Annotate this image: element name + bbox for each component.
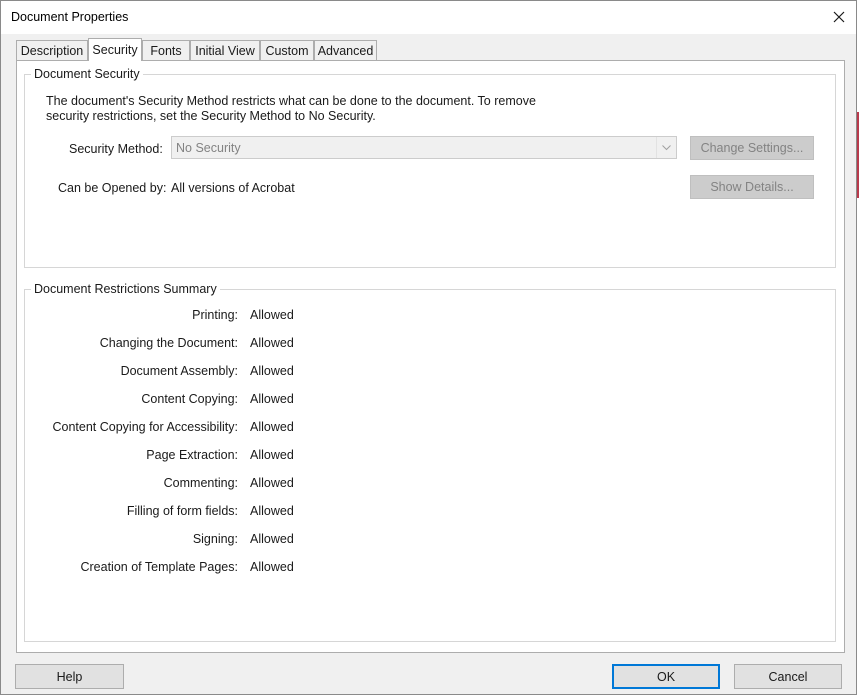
change-settings-button[interactable]: Change Settings... [690,136,814,160]
tab-fonts[interactable]: Fonts [142,40,190,60]
tab-security[interactable]: Security [88,38,142,61]
restriction-label-assembly: Document Assembly: [120,364,238,378]
tab-label: Custom [265,43,309,58]
restriction-value: Allowed [250,448,294,462]
restriction-value: Allowed [250,504,294,518]
tab-initial-view[interactable]: Initial View [190,40,260,60]
change-settings-label: Change Settings... [700,141,804,155]
restriction-value: Allowed [250,420,294,434]
restriction-value: Allowed [250,336,294,350]
restriction-label-template-pages: Creation of Template Pages: [80,560,238,574]
restriction-value: Allowed [250,364,294,378]
tab-label: Security [92,43,138,57]
restriction-label-changing: Changing the Document: [99,336,238,350]
opened-by-label: Can be Opened by: [58,181,167,195]
restriction-label-signing: Signing: [192,532,238,546]
restriction-label-copying: Content Copying: [141,392,238,406]
dropdown-button[interactable] [656,137,676,158]
restriction-label-printing: Printing: [192,308,238,322]
tab-label: Description [20,43,84,58]
security-method-select[interactable]: No Security [171,136,677,159]
title-bar[interactable]: Document Properties [1,1,856,34]
security-method-label: Security Method: [69,142,163,156]
close-button[interactable] [826,5,852,29]
chevron-down-icon [662,144,671,150]
close-icon [833,11,845,23]
cancel-button-label: Cancel [768,669,808,684]
tab-custom[interactable]: Custom [260,40,314,60]
restriction-label-extraction: Page Extraction: [146,448,238,462]
security-description-line: security restrictions, set the Security … [46,109,376,123]
tab-description[interactable]: Description [16,40,88,60]
ok-button[interactable]: OK [612,664,720,689]
restriction-value: Allowed [250,308,294,322]
restriction-label-commenting: Commenting: [163,476,238,490]
cancel-button[interactable]: Cancel [734,664,842,689]
restriction-value: Allowed [250,560,294,574]
group-title: Document Restrictions Summary [31,282,220,296]
restriction-value: Allowed [250,392,294,406]
tab-label: Advanced [317,43,374,58]
security-description-line: The document's Security Method restricts… [46,94,536,108]
window-title: Document Properties [11,10,129,24]
restriction-label-form-fields: Filling of form fields: [126,504,238,518]
opened-by-value: All versions of Acrobat [171,181,295,195]
help-button-label: Help [56,669,83,684]
document-properties-dialog: Document Properties Description Security… [0,0,857,695]
group-title: Document Security [31,67,143,81]
restriction-label-accessibility: Content Copying for Accessibility: [52,420,238,434]
restrictions-summary-group: Document Restrictions Summary Printing: … [24,282,836,642]
tab-advanced[interactable]: Advanced [314,40,377,60]
restriction-value: Allowed [250,476,294,490]
tab-label: Initial View [195,43,255,58]
show-details-button[interactable]: Show Details... [690,175,814,199]
tab-label: Fonts [150,43,182,58]
document-security-group: Document Security The document's Securit… [24,67,836,268]
security-method-value: No Security [176,141,241,155]
security-description: The document's Security Method restricts… [46,94,566,124]
restriction-value: Allowed [250,532,294,546]
restrictions-labels: Printing: Changing the Document: Documen… [25,308,238,574]
show-details-label: Show Details... [710,180,794,194]
help-button[interactable]: Help [15,664,124,689]
security-tab-panel: Document Security The document's Securit… [16,60,845,653]
ok-button-label: OK [656,669,676,684]
